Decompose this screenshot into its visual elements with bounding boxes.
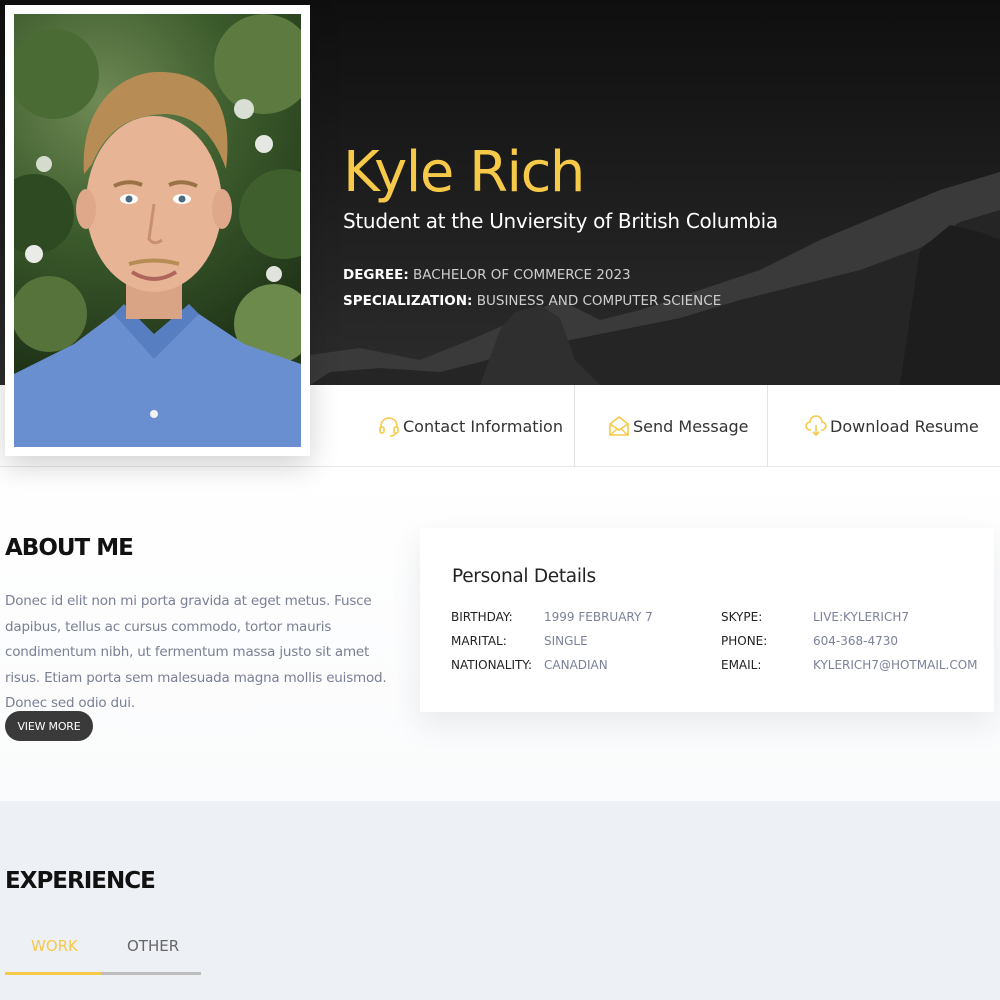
personal-details-card: Personal Details BIRTHDAY: 1999 FEBRUARY…	[420, 528, 994, 712]
experience-title: EXPERIENCE	[5, 868, 156, 894]
phone-label: PHONE:	[721, 634, 768, 648]
tab-other-underline	[101, 972, 201, 975]
nationality-value: CANADIAN	[544, 658, 608, 672]
degree-label: DEGREE:	[343, 267, 409, 283]
envelope-open-icon	[608, 415, 630, 437]
birthday-label: BIRTHDAY:	[451, 610, 513, 624]
profile-photo-frame	[5, 5, 310, 456]
specialization-value: BUSINESS AND COMPUTER SCIENCE	[476, 293, 722, 309]
marital-label: MARITAL:	[451, 634, 507, 648]
phone-value[interactable]: 604-368-4730	[813, 634, 898, 648]
skype-label: SKYPE:	[721, 610, 763, 624]
degree-value: BACHELOR OF COMMERCE 2023	[413, 267, 631, 283]
contact-information-label: Contact Information	[403, 416, 563, 436]
action-divider	[767, 385, 768, 467]
cloud-download-icon	[805, 415, 827, 437]
tab-other[interactable]: OTHER	[127, 937, 179, 955]
about-title: ABOUT ME	[5, 535, 134, 561]
profile-photo	[14, 14, 301, 447]
tab-work[interactable]: WORK	[31, 937, 78, 955]
marital-value: SINGLE	[544, 634, 588, 648]
profile-subtitle: Student at the Unviersity of British Col…	[343, 209, 778, 233]
send-message-label: Send Message	[633, 416, 749, 436]
skype-value[interactable]: LIVE:KYLERICH7	[813, 610, 909, 624]
send-message-button[interactable]: Send Message	[608, 385, 749, 467]
download-resume-button[interactable]: Download Resume	[805, 385, 979, 467]
specialization-label: SPECIALIZATION:	[343, 293, 473, 309]
view-more-button[interactable]: VIEW MORE	[5, 711, 93, 741]
download-resume-label: Download Resume	[830, 416, 979, 436]
tab-work-underline	[5, 972, 101, 975]
degree-row: DEGREE: BACHELOR OF COMMERCE 2023	[343, 267, 631, 283]
profile-name: Kyle Rich	[343, 140, 585, 205]
email-value[interactable]: KYLERICH7@HOTMAIL.COM	[813, 658, 978, 672]
about-text: Donec id elit non mi porta gravida at eg…	[5, 593, 387, 711]
experience-section	[0, 801, 1000, 1000]
action-divider	[574, 385, 575, 467]
specialization-row: SPECIALIZATION: BUSINESS AND COMPUTER SC…	[343, 293, 721, 309]
contact-information-button[interactable]: Contact Information	[378, 385, 563, 467]
personal-details-title: Personal Details	[452, 566, 596, 587]
email-label: EMAIL:	[721, 658, 762, 672]
birthday-value: 1999 FEBRUARY 7	[544, 610, 653, 624]
headphones-icon	[378, 415, 400, 437]
nationality-label: NATIONALITY:	[451, 658, 533, 672]
